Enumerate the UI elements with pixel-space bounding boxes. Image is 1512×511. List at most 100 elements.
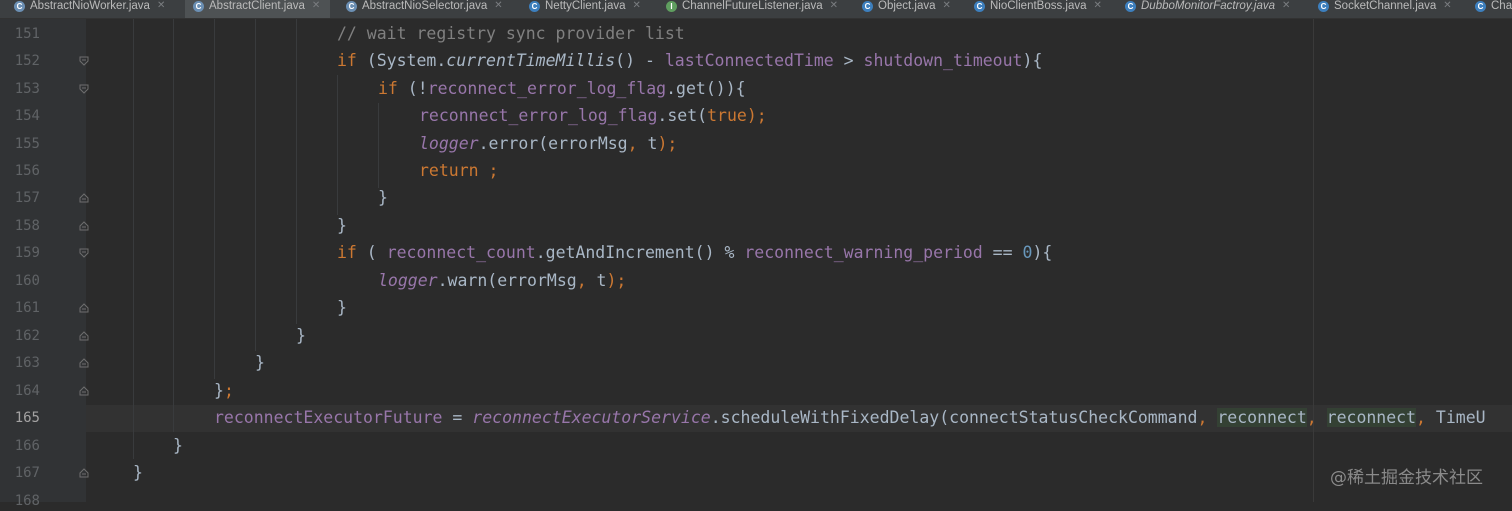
comment: // wait registry sync provider list	[337, 24, 685, 43]
tab-label: SocketChannel.java	[1334, 0, 1437, 12]
token: TimeU	[1435, 408, 1486, 427]
token: (System.	[356, 51, 447, 70]
tab-label: Object.java	[878, 0, 936, 12]
line-number: 161	[14, 300, 40, 316]
close-icon[interactable]: ✕	[494, 0, 502, 12]
close-icon[interactable]: ✕	[312, 0, 320, 12]
fold-end-icon[interactable]	[79, 303, 89, 313]
token: .error(errorMsg	[478, 134, 628, 153]
indent-guide	[337, 75, 338, 215]
abstract-class-icon: C	[346, 1, 357, 12]
token: =	[442, 408, 473, 427]
fold-start-icon[interactable]	[79, 56, 89, 66]
close-icon[interactable]: ✕	[830, 0, 838, 12]
token: ==	[982, 243, 1023, 262]
token: }	[337, 298, 347, 317]
fold-end-icon[interactable]	[79, 386, 89, 396]
close-icon[interactable]: ✕	[1443, 0, 1451, 12]
code-line-157: }	[378, 188, 388, 208]
watermark: @稀土掘金技术社区	[1330, 468, 1483, 488]
field: reconnect_error_log_flag	[419, 106, 658, 125]
line-number: 159	[14, 245, 40, 261]
fold-end-icon[interactable]	[79, 331, 89, 341]
tab-abstract-nio-worker[interactable]: C AbstractNioWorker.java ✕	[14, 0, 165, 18]
static-field: logger	[378, 271, 438, 290]
field: reconnectExecutorFuture	[214, 408, 443, 427]
keyword: if	[337, 243, 357, 262]
token: t	[637, 134, 658, 153]
tab-dubbo-monitor-factroy[interactable]: C DubboMonitorFactroy.java ✕	[1125, 0, 1290, 18]
line-number: 156	[14, 163, 40, 179]
code-line-164: };	[214, 381, 234, 401]
fold-end-icon[interactable]	[79, 221, 89, 231]
close-icon[interactable]: ✕	[1282, 0, 1290, 12]
line-number: 152	[14, 53, 40, 69]
close-icon[interactable]: ✕	[1094, 0, 1102, 12]
token: (	[356, 243, 387, 262]
token: ,	[1306, 408, 1327, 427]
code-line-154: reconnect_error_log_flag.set(true);	[419, 106, 767, 126]
tab-channel-future-listener[interactable]: I ChannelFutureListener.java ✕	[666, 0, 838, 18]
tab-abstract-client[interactable]: C AbstractClient.java ✕	[185, 0, 331, 18]
class-icon: C	[1475, 1, 1486, 12]
line-number-current: 165	[14, 410, 40, 426]
line-number: 168	[14, 493, 40, 509]
tab-object[interactable]: C Object.java ✕	[862, 0, 951, 18]
token: ,	[627, 134, 638, 153]
class-icon: C	[974, 1, 985, 12]
class-icon: C	[1318, 1, 1329, 12]
tab-nio-client-boss[interactable]: C NioClientBoss.java ✕	[974, 0, 1102, 18]
tab-label: AbstractClient.java	[209, 0, 305, 12]
token: ,	[1197, 408, 1218, 427]
tab-netty-client[interactable]: C NettyClient.java ✕	[529, 0, 641, 18]
token: .warn(errorMsg	[437, 271, 577, 290]
code-line-166: }	[173, 436, 183, 456]
class-icon: C	[862, 1, 873, 12]
close-icon[interactable]: ✕	[943, 0, 951, 12]
field: reconnect_error_log_flag	[427, 79, 667, 98]
tab-abstract-nio-selector[interactable]: C AbstractNioSelector.java ✕	[346, 0, 503, 18]
fold-end-icon[interactable]	[79, 468, 89, 478]
token: );	[657, 134, 678, 153]
static-field: reconnectExecutorService	[472, 408, 711, 427]
tab-label: AbstractNioSelector.java	[362, 0, 488, 12]
tab-socket-channel[interactable]: C SocketChannel.java ✕	[1318, 0, 1452, 18]
line-number: 162	[14, 328, 40, 344]
keyword: true	[707, 106, 747, 125]
fold-start-icon[interactable]	[79, 84, 89, 94]
token: }	[173, 436, 183, 455]
code-line-163: }	[255, 353, 265, 373]
close-icon[interactable]: ✕	[157, 0, 165, 12]
indent-guide	[378, 103, 379, 188]
token: }	[133, 463, 143, 482]
line-number: 158	[14, 218, 40, 234]
token: {	[735, 79, 746, 98]
close-icon[interactable]: ✕	[633, 0, 641, 12]
token: }	[337, 216, 347, 235]
code-line-152: if (System.currentTimeMillis() - lastCon…	[337, 51, 1042, 71]
token: );	[746, 106, 767, 125]
token: >	[833, 51, 864, 70]
token: {	[1032, 51, 1043, 70]
line-number: 151	[14, 26, 40, 42]
token: }	[214, 381, 224, 400]
code-line-161: }	[337, 298, 347, 318]
indent-guide	[173, 19, 174, 432]
tab-label: Cha	[1491, 0, 1512, 12]
fold-end-icon[interactable]	[79, 358, 89, 368]
token: }	[255, 353, 265, 372]
tab-cha-truncated[interactable]: C Cha	[1475, 0, 1512, 18]
line-number: 160	[14, 273, 40, 289]
line-number: 153	[14, 81, 40, 97]
token: )	[1022, 51, 1033, 70]
right-margin-guide	[1313, 19, 1314, 502]
tab-label: NioClientBoss.java	[990, 0, 1087, 12]
token: () -	[615, 51, 665, 70]
token: (!	[397, 79, 428, 98]
code-line-158: }	[337, 216, 347, 236]
fold-end-icon[interactable]	[79, 193, 89, 203]
fold-start-icon[interactable]	[79, 248, 89, 258]
abstract-class-icon: C	[14, 1, 25, 12]
token: ,	[576, 271, 587, 290]
indent-guide	[133, 19, 134, 459]
